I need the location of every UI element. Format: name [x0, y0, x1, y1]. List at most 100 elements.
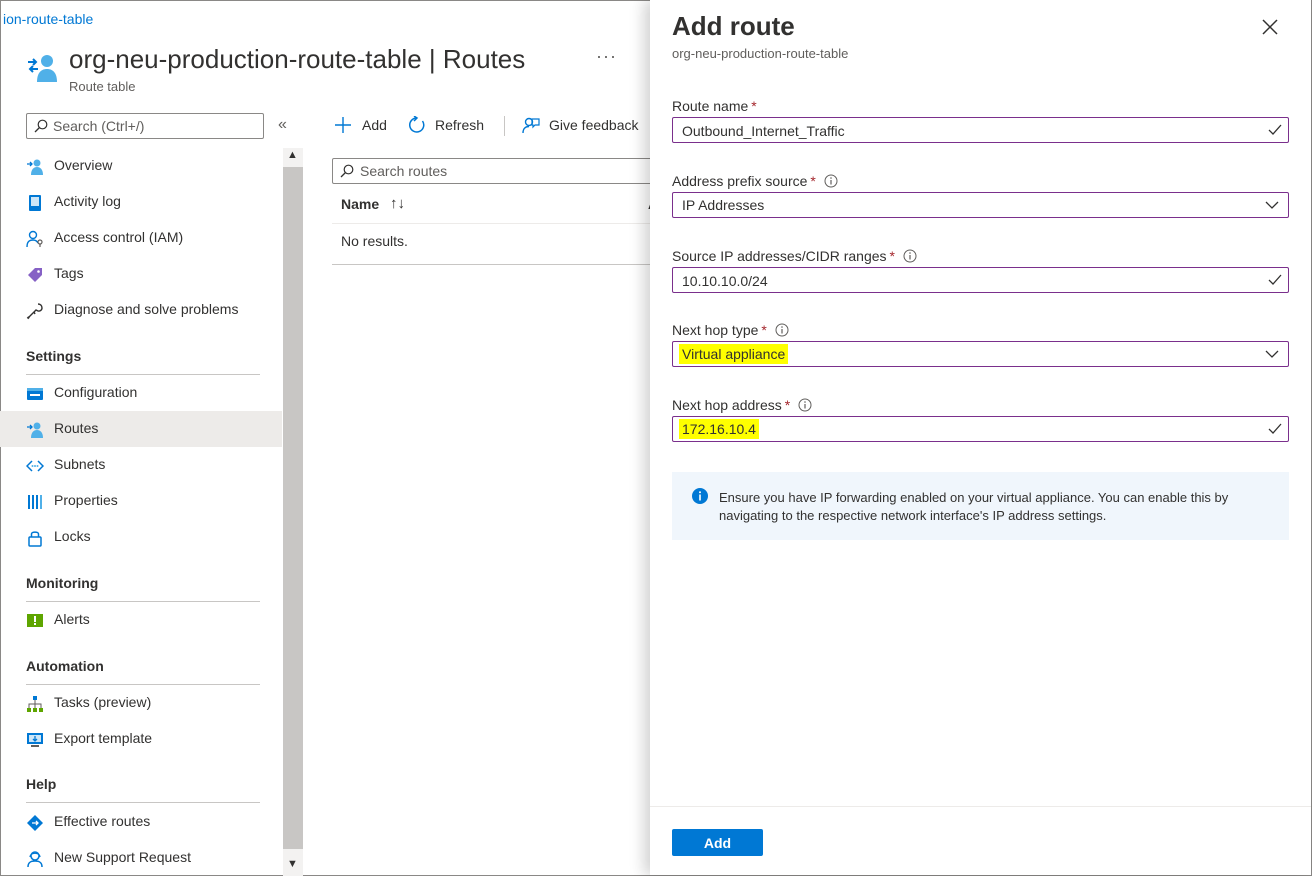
required-mark: * — [889, 248, 895, 264]
search-icon — [34, 119, 48, 133]
nav-item-tasks[interactable]: Tasks (preview) — [0, 685, 282, 721]
highlighted-value: 172.16.10.4 — [679, 419, 759, 439]
nav-search[interactable] — [26, 113, 264, 139]
scroll-down-icon[interactable]: ▼ — [287, 858, 298, 870]
routes-icon — [27, 422, 43, 438]
address-prefix-source-dropdown[interactable]: IP Addresses — [672, 192, 1289, 218]
routes-grid-empty: No results. — [332, 224, 662, 265]
required-mark: * — [784, 397, 791, 413]
panel-subtitle: org-neu-production-route-table — [672, 46, 849, 61]
routes-search[interactable] — [332, 158, 662, 184]
route-name-input[interactable] — [682, 122, 1242, 140]
nav-section-help: Help — [26, 776, 57, 792]
nav-item-effective-routes[interactable]: Effective routes — [0, 804, 282, 840]
nav-item-locks[interactable]: Locks — [0, 519, 282, 555]
next-hop-type-label: Next hop type * — [672, 322, 789, 338]
empty-message: No results. — [341, 233, 408, 249]
info-icon — [692, 488, 708, 504]
next-hop-address-label: Next hop address * — [672, 397, 812, 413]
nav-item-activity-log[interactable]: Activity log — [0, 184, 282, 220]
refresh-icon — [409, 116, 425, 133]
next-hop-address-value[interactable]: 172.16.10.4 — [679, 419, 1242, 439]
lock-icon — [28, 531, 42, 547]
plus-icon — [335, 117, 351, 133]
collapse-menu-button[interactable]: « — [278, 116, 287, 134]
refresh-label: Refresh — [435, 117, 485, 133]
nav-section-monitoring: Monitoring — [26, 575, 99, 591]
nav-section-automation: Automation — [26, 658, 104, 674]
add-route-panel: Add route org-neu-production-route-table… — [650, 0, 1311, 875]
panel-footer-divider — [650, 806, 1311, 807]
routes-grid-header: Name ↑↓ A — [332, 186, 662, 224]
info-icon[interactable] — [824, 174, 838, 188]
feedback-label: Give feedback — [549, 117, 639, 133]
section-name: Routes — [442, 44, 526, 74]
iam-icon — [26, 230, 43, 248]
info-icon[interactable] — [903, 249, 917, 263]
nav-item-alerts[interactable]: Alerts — [0, 602, 282, 638]
close-icon[interactable] — [1261, 18, 1279, 36]
nav-item-label: Locks — [54, 528, 91, 544]
nav-item-diagnose[interactable]: Diagnose and solve problems — [0, 292, 282, 328]
address-prefix-source-value: IP Addresses — [682, 197, 765, 213]
next-hop-address-input-box[interactable]: 172.16.10.4 — [672, 416, 1289, 442]
required-mark: * — [810, 173, 816, 189]
address-prefix-source-label: Address prefix source * — [672, 173, 838, 189]
nav-item-access-control[interactable]: Access control (IAM) — [0, 220, 282, 256]
nav-search-input[interactable] — [53, 117, 258, 135]
route-name-input-box[interactable] — [672, 117, 1289, 143]
wrench-icon — [26, 303, 43, 320]
nav-item-label: Alerts — [54, 611, 90, 627]
nav-item-label: Overview — [54, 157, 113, 173]
nav-item-label: Access control (IAM) — [54, 229, 184, 245]
nav-item-label: New Support Request — [54, 849, 191, 865]
source-ip-input[interactable] — [682, 272, 1242, 290]
nav-item-configuration[interactable]: Configuration — [0, 375, 282, 411]
configuration-icon — [27, 388, 43, 400]
route-table-icon — [28, 55, 57, 82]
source-ip-label: Source IP addresses/CIDR ranges * — [672, 248, 917, 264]
required-mark: * — [761, 322, 767, 338]
scroll-up-icon[interactable]: ▲ — [287, 149, 298, 161]
nav-item-tags[interactable]: Tags — [0, 256, 282, 292]
more-options-button[interactable]: ··· — [596, 46, 617, 67]
toolbar-separator — [504, 116, 505, 136]
add-submit-button[interactable]: Add — [672, 829, 763, 856]
search-icon — [340, 164, 354, 178]
nav-item-subnets[interactable]: Subnets — [0, 447, 282, 483]
info-icon[interactable] — [798, 398, 812, 412]
nav-item-new-support-request[interactable]: New Support Request — [0, 840, 282, 876]
nav-scrollbar-thumb[interactable] — [283, 167, 303, 849]
export-template-icon — [27, 733, 43, 747]
next-hop-type-dropdown[interactable]: Virtual appliance — [672, 341, 1289, 367]
chevron-down-icon — [1265, 350, 1279, 358]
tasks-icon — [27, 696, 43, 712]
feedback-icon — [522, 117, 540, 134]
checkmark-icon — [1268, 274, 1282, 285]
overview-icon — [27, 159, 43, 175]
breadcrumb[interactable]: ion-route-table — [3, 11, 93, 27]
sort-icon[interactable]: ↑↓ — [390, 195, 405, 212]
nav-item-routes[interactable]: Routes — [0, 411, 282, 447]
nav-item-label: Routes — [54, 420, 99, 436]
nav-item-label: Activity log — [54, 193, 121, 209]
source-ip-input-box[interactable] — [672, 267, 1289, 293]
nav-item-export-template[interactable]: Export template — [0, 721, 282, 757]
nav-item-overview[interactable]: Overview — [0, 148, 282, 184]
nav-section-settings: Settings — [26, 348, 82, 364]
nav-item-label: Export template — [54, 730, 153, 746]
nav-item-label: Tags — [54, 265, 84, 281]
resource-name: org-neu-production-route-table — [69, 44, 422, 74]
subnets-icon — [26, 460, 44, 472]
page-subtitle: Route table — [69, 79, 136, 94]
routes-search-input[interactable] — [360, 162, 650, 180]
info-icon[interactable] — [775, 323, 789, 337]
nav-item-properties[interactable]: Properties — [0, 483, 282, 519]
support-icon — [27, 851, 43, 868]
nav-item-label: Effective routes — [54, 813, 151, 829]
tag-icon — [28, 268, 42, 282]
nav-item-label: Tasks (preview) — [54, 694, 152, 710]
panel-title: Add route — [672, 11, 795, 41]
title-separator: | — [428, 44, 436, 74]
column-header-name[interactable]: Name — [341, 196, 379, 212]
